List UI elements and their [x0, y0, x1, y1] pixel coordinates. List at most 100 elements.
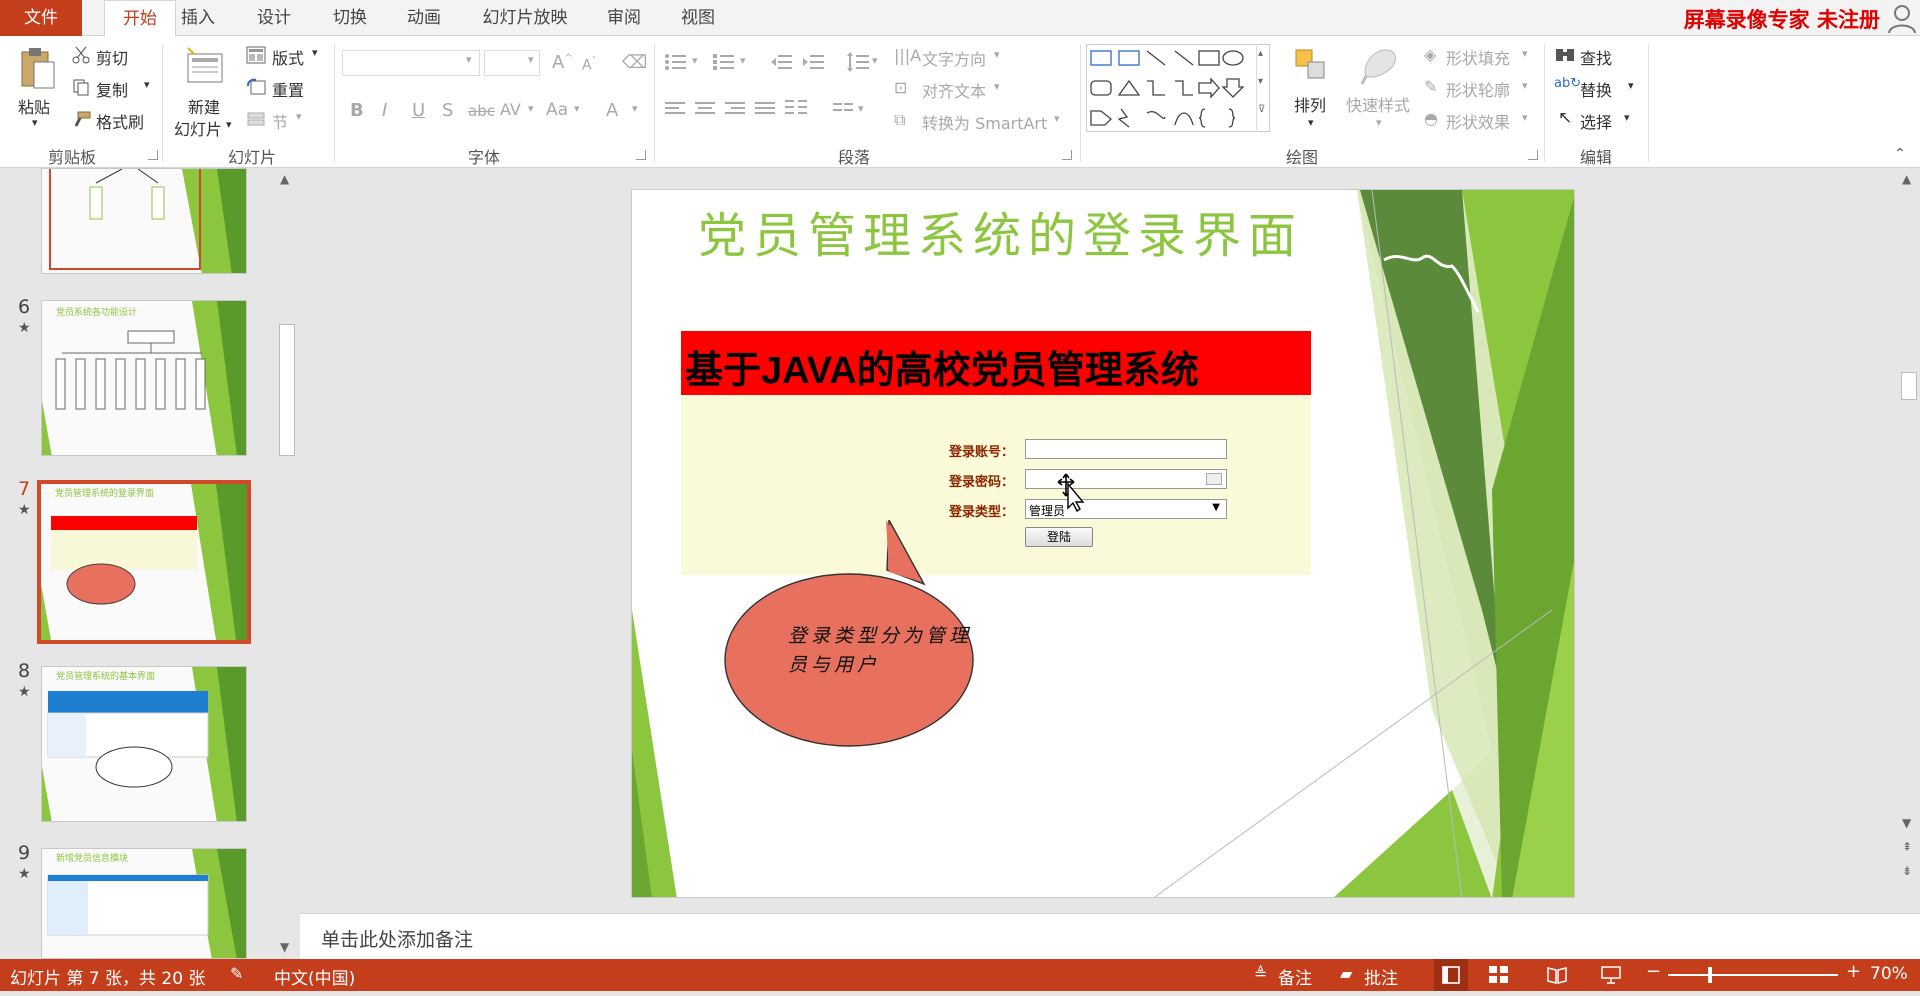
quick-styles-dropdown-icon[interactable]: ▾	[1376, 116, 1382, 129]
italic-button[interactable]: I	[382, 100, 387, 121]
section-dropdown-icon[interactable]: ▾	[296, 110, 302, 123]
paragraph-columns-dropdown-icon[interactable]: ▾	[858, 102, 864, 115]
paste-icon[interactable]	[18, 46, 58, 92]
slide-thumbnail-5[interactable]	[41, 168, 247, 274]
select-dropdown-icon[interactable]: ▾	[1624, 111, 1630, 124]
char-spacing-button[interactable]: AV	[500, 100, 521, 119]
paragraph-columns-icon[interactable]	[832, 100, 854, 118]
new-slide-icon[interactable]	[184, 46, 226, 88]
slide-thumbnail-7-selected[interactable]: 党员管理系统的登录界面	[37, 480, 251, 644]
layout-icon[interactable]	[246, 46, 266, 64]
editor-scroll-thumb[interactable]	[1901, 372, 1917, 400]
slide-sorter-view-icon[interactable]	[1488, 965, 1510, 985]
shape-effects-icon[interactable]: ◓	[1424, 109, 1438, 128]
normal-view-button[interactable]	[1434, 959, 1468, 991]
callout-text[interactable]: 登录类型分为管理员与用户	[788, 622, 988, 680]
slide-thumbnail-8[interactable]: 党员管理系统的基本界面	[41, 666, 247, 822]
new-slide-label-1[interactable]: 新建	[188, 94, 220, 118]
gallery-down-icon[interactable]: ▾	[1258, 76, 1263, 87]
quick-styles-icon[interactable]	[1360, 46, 1402, 86]
shape-effects-dropdown-icon[interactable]: ▾	[1522, 111, 1528, 124]
collapse-ribbon-icon[interactable]: ⌃	[1894, 146, 1906, 162]
find-button[interactable]: 查找	[1580, 45, 1612, 69]
arrange-dropdown-icon[interactable]: ▾	[1308, 116, 1314, 129]
line-spacing-dropdown-icon[interactable]: ▾	[872, 54, 878, 67]
font-color-dropdown-icon[interactable]: ▾	[632, 102, 638, 115]
spell-check-icon[interactable]: ✎	[230, 964, 243, 983]
shapes-gallery-scroll[interactable]: ▴ ▾ ⊽	[1256, 44, 1270, 132]
thumbnail-scrollbar[interactable]: ▲ ▼	[276, 172, 298, 959]
font-name-combobox[interactable]	[342, 50, 480, 76]
paste-dropdown-icon[interactable]: ▾	[32, 116, 38, 129]
layout-button[interactable]: 版式	[272, 45, 304, 69]
smartart-icon[interactable]: ⧉	[894, 110, 905, 130]
bullets-dropdown-icon[interactable]: ▾	[692, 54, 698, 67]
gallery-up-icon[interactable]: ▴	[1258, 48, 1263, 59]
clipboard-dialog-launcher[interactable]	[148, 150, 158, 160]
change-case-dropdown-icon[interactable]: ▾	[574, 102, 580, 115]
tab-slideshow[interactable]: 幻灯片放映	[480, 0, 570, 36]
zoom-slider-thumb[interactable]	[1708, 967, 1712, 983]
tab-insert[interactable]: 插入	[178, 0, 218, 36]
tab-transitions[interactable]: 切换	[330, 0, 370, 36]
reset-icon[interactable]	[246, 78, 266, 96]
font-color-button[interactable]: A	[606, 100, 618, 121]
text-direction-dropdown-icon[interactable]: ▾	[994, 48, 1000, 61]
shapes-gallery-icons[interactable]	[1087, 45, 1247, 131]
strikethrough-button[interactable]: abc	[468, 102, 495, 120]
align-text-icon[interactable]: ⊡	[894, 78, 907, 97]
slide-thumbnail-pane[interactable]: 6 ★ 党员系统各功能设计 7 ★ 党员管理系统的登录界面 8 ★ 党员管理系统…	[0, 168, 300, 959]
slide-title[interactable]: 党员管理系统的登录界面	[698, 196, 1303, 266]
notes-toggle-button[interactable]: 备注	[1278, 964, 1312, 989]
login-submit-button[interactable]: 登陆	[1025, 527, 1093, 547]
reset-button[interactable]: 重置	[272, 77, 304, 101]
change-case-button[interactable]: Aa	[546, 100, 568, 120]
align-text-dropdown-icon[interactable]: ▾	[994, 80, 1000, 93]
section-icon[interactable]	[246, 110, 266, 128]
shape-fill-dropdown-icon[interactable]: ▾	[1522, 47, 1528, 60]
previous-slide-icon[interactable]: ⇞	[1902, 840, 1912, 854]
align-center-icon[interactable]	[694, 100, 716, 118]
text-direction-icon[interactable]: |||A	[894, 46, 921, 65]
shapes-gallery[interactable]	[1086, 44, 1270, 132]
zoom-slider-track[interactable]	[1668, 974, 1838, 976]
shrink-font-icon[interactable]: Aˇ	[582, 56, 597, 74]
editor-scroll-up-icon[interactable]: ▲	[1902, 172, 1911, 186]
shape-fill-icon[interactable]: ◈	[1424, 45, 1436, 64]
tab-home[interactable]: 开始	[104, 0, 176, 37]
cut-icon[interactable]	[72, 46, 90, 64]
scroll-down-arrow-icon[interactable]: ▼	[280, 940, 289, 954]
align-left-icon[interactable]	[664, 100, 686, 118]
bold-button[interactable]: B	[350, 100, 364, 121]
grow-font-icon[interactable]: A^	[552, 52, 573, 73]
copy-button[interactable]: 复制	[96, 77, 128, 101]
user-account-icon[interactable]	[1886, 2, 1918, 34]
columns-icon[interactable]	[784, 98, 808, 120]
zoom-out-icon[interactable]: −	[1646, 961, 1661, 982]
tab-design[interactable]: 设计	[254, 0, 294, 36]
font-dialog-launcher[interactable]	[636, 150, 646, 160]
notes-toggle-icon[interactable]: ≜	[1254, 964, 1267, 983]
clear-formatting-icon[interactable]: ⌫	[622, 52, 647, 73]
notes-pane[interactable]: 单击此处添加备注	[300, 913, 1920, 959]
find-icon[interactable]	[1554, 46, 1576, 64]
decrease-indent-icon[interactable]	[770, 52, 794, 72]
align-text-button[interactable]: 对齐文本	[922, 78, 986, 102]
slide-thumbnail-6[interactable]: 党员系统各功能设计	[41, 300, 247, 456]
comments-button[interactable]: 批注	[1364, 964, 1398, 989]
arrange-button[interactable]: 排列	[1294, 92, 1326, 116]
tab-view[interactable]: 视图	[678, 0, 718, 36]
replace-dropdown-icon[interactable]: ▾	[1628, 79, 1634, 92]
format-painter-icon[interactable]	[72, 110, 92, 128]
justify-icon[interactable]	[754, 100, 776, 118]
format-painter-button[interactable]: 格式刷	[96, 109, 144, 133]
copy-icon[interactable]	[72, 78, 90, 96]
editor-scroll-down-icon[interactable]: ▼	[1902, 816, 1911, 830]
shape-fill-button[interactable]: 形状填充	[1446, 45, 1510, 69]
tab-animations[interactable]: 动画	[404, 0, 444, 36]
increase-indent-icon[interactable]	[802, 52, 826, 72]
section-button[interactable]: 节	[272, 109, 288, 133]
next-slide-icon[interactable]: ⇟	[1902, 864, 1912, 878]
align-right-icon[interactable]	[724, 100, 746, 118]
paste-label[interactable]: 粘贴	[18, 94, 50, 118]
